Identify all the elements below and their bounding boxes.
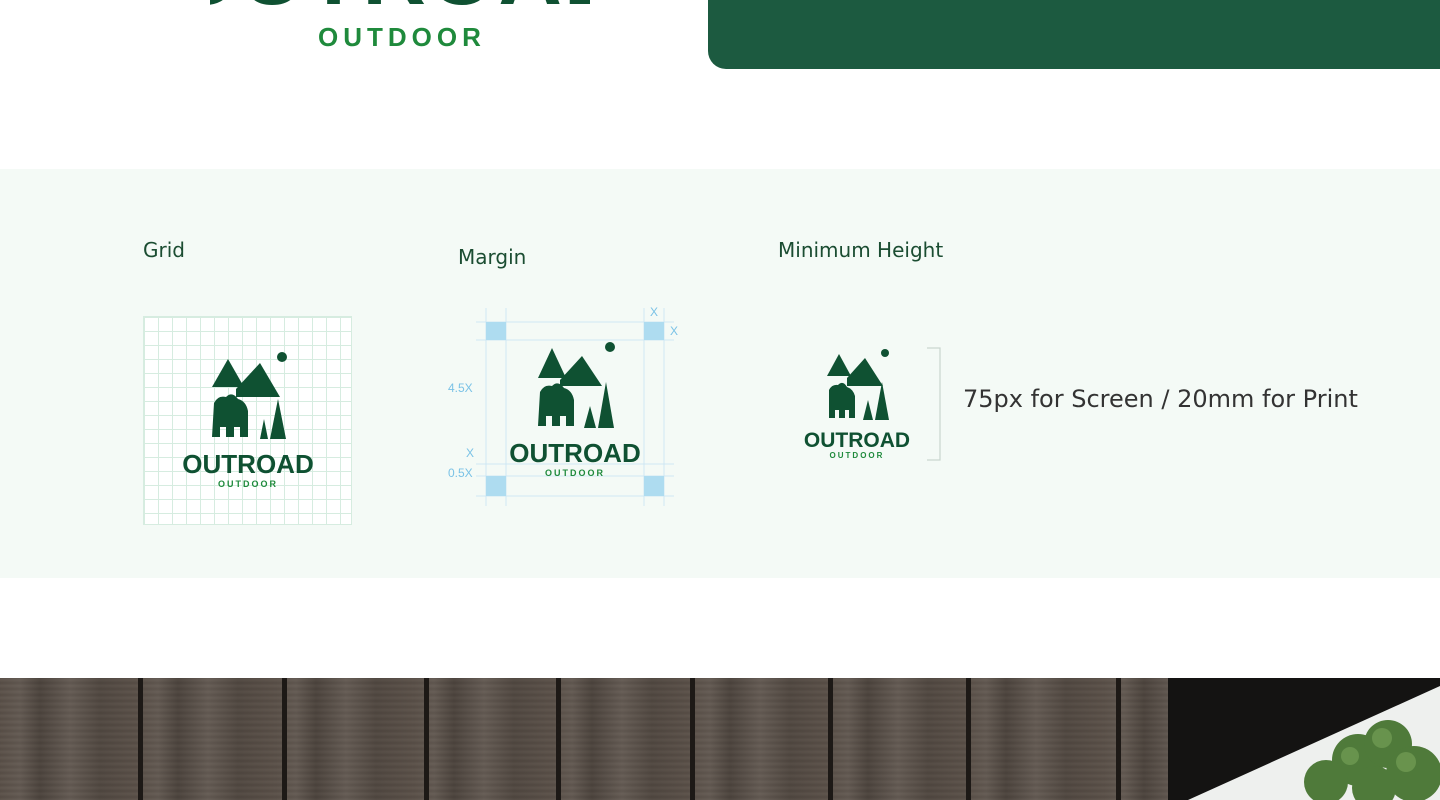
plank-gap <box>1116 678 1121 800</box>
mark-four-point-five: 4.5X <box>448 381 473 395</box>
grid-logo-subtitle: OUTDOOR <box>218 479 278 489</box>
plank-gap <box>556 678 561 800</box>
plank-gap <box>690 678 695 800</box>
wood-photo-strip <box>0 678 1440 800</box>
hero-green-panel <box>708 0 1440 69</box>
grid-heading: Grid <box>143 238 185 262</box>
wood-planks-image <box>0 678 1170 800</box>
minimum-height-description: 75px for Screen / 20mm for Print <box>963 385 1358 413</box>
minimum-height-logo-panel: OUTROAD OUTDOOR <box>795 340 945 465</box>
brand-guidelines-page: OUTROAD OUTDOOR Grid Margin Minimum Heig… <box>0 0 1440 800</box>
grid-logo: OUTROAD OUTDOOR <box>182 352 314 489</box>
margin-logo-panel: OUTROAD OUTDOOR X X 4.5X X 0.5X <box>440 300 690 510</box>
grid-logo-wordmark: OUTROAD <box>182 449 313 479</box>
min-logo-subtitle: OUTDOOR <box>830 451 885 460</box>
mark-x-lower: X <box>466 446 474 460</box>
tree-photo-corner <box>1188 686 1440 800</box>
logo-mark-icon <box>212 352 287 439</box>
margin-logo-mark-icon <box>538 342 615 428</box>
minimum-height-logo: OUTROAD OUTDOOR <box>804 347 941 461</box>
height-bracket <box>927 347 941 461</box>
plank-gap <box>966 678 971 800</box>
minimum-height-heading: Minimum Height <box>778 238 944 262</box>
mark-x-right: X <box>670 324 678 338</box>
margin-logo: OUTROAD OUTDOOR X X 4.5X X 0.5X <box>448 305 678 506</box>
mark-x-top: X <box>650 305 658 319</box>
margin-logo-wordmark: OUTROAD <box>509 438 640 468</box>
plank-gap <box>138 678 143 800</box>
min-logo-wordmark: OUTROAD <box>804 429 910 452</box>
min-logo-mark-icon <box>827 349 889 420</box>
hero-wordmark: OUTROAD <box>210 0 590 12</box>
grid-logo-panel: OUTROAD OUTDOOR <box>143 316 352 525</box>
margin-heading: Margin <box>458 245 527 269</box>
plank-gap <box>828 678 833 800</box>
mark-half: 0.5X <box>448 466 473 480</box>
margin-logo-subtitle: OUTDOOR <box>545 468 605 478</box>
plank-gap <box>424 678 429 800</box>
hero-subtitle: OUTDOOR <box>318 22 486 52</box>
hero-wordmark-text: OUTROAD <box>210 0 590 12</box>
plank-gap <box>282 678 287 800</box>
